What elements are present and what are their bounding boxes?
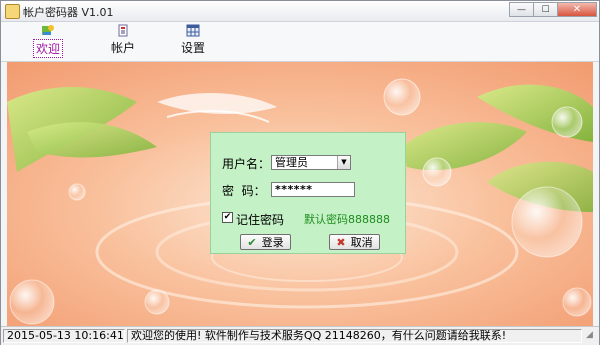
username-select[interactable]: 管理员 ▼ [271,155,351,170]
chevron-down-icon[interactable]: ▼ [337,156,350,169]
tab-settings[interactable]: 设置 [168,24,218,58]
login-button[interactable]: ✔ 登录 [240,234,291,250]
account-icon [116,24,130,37]
remember-password-checkbox[interactable]: ✔ [222,212,233,223]
username-label: 用户名： [222,157,271,171]
welcome-background: 用户名： 管理员 ▼ 密 码： ****** ✔ 记住密码 默认密码888888… [7,62,593,326]
welcome-icon [41,24,55,37]
tab-account-label: 帐户 [110,41,135,55]
app-window: 帐户密码器 V1.01 — ☐ ✕ 欢迎 帐户 设置 用户名： 管理员 ▼ 密 … [0,0,600,345]
title-bar[interactable]: 帐户密码器 V1.01 — ☐ ✕ [1,1,599,22]
settings-icon [186,24,200,37]
login-button-label: 登录 [261,236,284,249]
close-button[interactable]: ✕ [557,2,597,17]
login-panel: 用户名： 管理员 ▼ 密 码： ****** ✔ 记住密码 默认密码888888… [210,132,406,254]
username-value: 管理员 [275,156,308,169]
tab-account[interactable]: 帐户 [98,24,148,58]
status-bar: 2015-05-13 10:16:41 欢迎您的使用! 软件制作与技术服务QQ … [1,326,599,345]
tab-welcome[interactable]: 欢迎 [23,24,73,58]
minimize-button[interactable]: — [509,2,533,17]
default-password-hint: 默认密码888888 [304,213,390,226]
maximize-button[interactable]: ☐ [533,2,557,17]
checkmark-icon: ✔ [247,235,257,249]
toolbar: 欢迎 帐户 设置 [1,22,599,62]
cancel-button[interactable]: ✖ 取消 [329,234,380,250]
status-message: 欢迎您的使用! 软件制作与技术服务QQ 21148260，有什么问题请给我联系! [127,329,582,343]
remember-password-label[interactable]: 记住密码 [236,211,284,228]
window-title: 帐户密码器 V1.01 [23,6,114,19]
tab-welcome-label: 欢迎 [32,39,63,58]
resize-grip-icon[interactable]: ◢ [586,330,598,342]
close-icon: ✖ [336,235,346,249]
tab-settings-label: 设置 [180,41,205,55]
password-label: 密 码： [222,184,266,198]
window-controls: — ☐ ✕ [509,1,597,19]
status-datetime: 2015-05-13 10:16:41 [3,329,125,343]
cancel-button-label: 取消 [350,236,373,249]
password-input[interactable]: ****** [271,182,355,197]
app-icon [5,4,20,19]
